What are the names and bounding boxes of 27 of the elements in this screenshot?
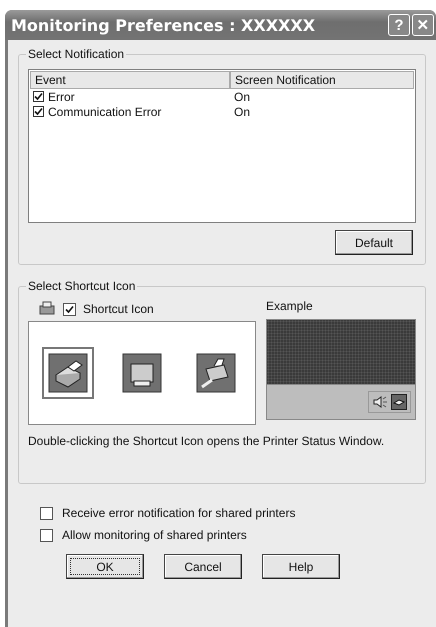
speaker-icon xyxy=(372,394,388,410)
description-text: Double-clicking the Shortcut Icon opens the Printer Status Window. xyxy=(28,434,386,448)
notification-value: On xyxy=(233,104,252,118)
example-label: Example xyxy=(266,299,314,313)
event-name: Error xyxy=(48,90,75,104)
checkbox[interactable] xyxy=(33,106,44,117)
checkbox[interactable] xyxy=(40,528,53,542)
dialog-button[interactable]: Help xyxy=(262,554,340,579)
checkbox-label: Receive error notification for shared printers xyxy=(62,506,296,520)
help-button[interactable]: ? xyxy=(388,14,410,36)
column-header[interactable]: Event xyxy=(30,71,230,89)
dialog-button[interactable]: Cancel xyxy=(164,554,242,579)
notification-value: On xyxy=(233,90,252,104)
event-name: Communication Error xyxy=(48,104,162,118)
default-button[interactable]: Default xyxy=(335,230,413,255)
checkbox-label: Allow monitoring of shared printers xyxy=(62,528,247,542)
group-title: Select Notification xyxy=(27,47,126,61)
checkbox[interactable] xyxy=(40,506,53,520)
checkbox[interactable] xyxy=(63,302,76,316)
close-button[interactable]: ✕ xyxy=(412,14,434,36)
checkbox-label: Shortcut Icon xyxy=(83,302,154,316)
dialog-button[interactable]: OK xyxy=(66,554,144,579)
window-title: Monitoring Preferences : XXXXXX xyxy=(11,16,316,34)
checkbox[interactable] xyxy=(33,91,44,102)
icon-option[interactable] xyxy=(42,347,94,399)
group-title: Select Shortcut Icon xyxy=(27,279,136,293)
column-header[interactable]: Screen Notification xyxy=(230,71,414,89)
